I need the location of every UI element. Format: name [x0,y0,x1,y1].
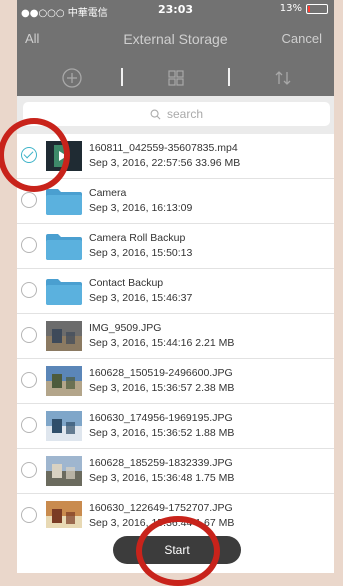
file-row[interactable]: Camera Roll Backup Sep 3, 2016, 15:50:13 [17,224,334,269]
image-thumbnail [46,501,82,531]
grid-icon[interactable] [164,66,188,90]
file-name: Camera Roll Backup [89,232,186,244]
phone-screen: ●●○○○ 中華電信 23:03 13% All External Storag… [17,0,334,573]
add-icon[interactable] [60,66,84,90]
radio-icon[interactable] [21,327,37,343]
image-thumbnail [46,321,82,351]
file-row[interactable]: 160630_174956-1969195.JPG Sep 3, 2016, 15… [17,404,334,449]
image-thumbnail [46,411,82,441]
file-meta: Sep 3, 2016, 15:44:16 2.21 MB [89,337,235,349]
toolbar [17,60,334,96]
start-button[interactable]: Start [113,536,241,564]
folder-icon [46,279,82,305]
file-meta: Sep 3, 2016, 15:46:37 [89,292,193,304]
folder-icon [46,234,82,260]
file-meta: Sep 3, 2016, 15:36:57 2.38 MB [89,382,235,394]
battery-percent: 13% [279,3,302,14]
image-thumbnail [46,366,82,396]
file-row[interactable]: 160811_042559-35607835.mp4 Sep 3, 2016, 2… [17,134,334,179]
nav-bar: All External Storage Cancel [17,20,334,60]
radio-icon[interactable] [21,372,37,388]
status-bar: ●●○○○ 中華電信 23:03 13% [17,0,334,20]
file-name: 160628_185259-1832339.JPG [89,457,233,469]
file-name: 160630_122649-1752707.JPG [89,502,233,514]
toolbar-divider [121,68,123,86]
battery-icon [306,3,328,14]
checked-radio-icon[interactable] [21,147,37,163]
radio-icon[interactable] [21,192,37,208]
radio-icon[interactable] [21,282,37,298]
file-row[interactable]: IMG_9509.JPG Sep 3, 2016, 15:44:16 2.21 M… [17,314,334,359]
radio-icon[interactable] [21,417,37,433]
search-icon [150,109,161,119]
toolbar-divider [228,68,230,86]
radio-icon[interactable] [21,237,37,253]
file-meta: Sep 3, 2016, 15:50:13 [89,247,193,259]
folder-icon [46,189,82,215]
file-name: 160628_150519-2496600.JPG [89,367,233,379]
file-meta: Sep 3, 2016, 15:36:52 1.88 MB [89,427,235,439]
radio-icon[interactable] [21,462,37,478]
file-list: 160811_042559-35607835.mp4 Sep 3, 2016, 2… [17,134,334,539]
file-row[interactable]: 160628_185259-1832339.JPG Sep 3, 2016, 15… [17,449,334,494]
file-name: IMG_9509.JPG [89,322,162,334]
file-name: Contact Backup [89,277,164,289]
file-name: 160630_174956-1969195.JPG [89,412,233,424]
file-row[interactable]: 160628_150519-2496600.JPG Sep 3, 2016, 15… [17,359,334,404]
file-meta: Sep 3, 2016, 22:57:56 33.96 MB [89,157,241,169]
file-meta: Sep 3, 2016, 16:13:09 [89,202,193,214]
file-name: Camera [89,187,127,199]
bottom-bar: Start [17,528,334,573]
sort-icon[interactable] [271,66,295,90]
cancel-button[interactable]: Cancel [282,31,322,46]
search-area: search [17,96,334,134]
radio-icon[interactable] [21,507,37,523]
image-thumbnail [46,456,82,486]
video-thumbnail [46,141,82,171]
search-placeholder: search [166,107,204,121]
file-meta: Sep 3, 2016, 15:36:48 1.75 MB [89,472,235,484]
file-row[interactable]: Camera Sep 3, 2016, 16:13:09 [17,179,334,224]
file-name: 160811_042559-35607835.mp4 [89,142,238,154]
search-input[interactable]: search [23,102,330,126]
status-right: 13% [280,3,328,14]
file-row[interactable]: Contact Backup Sep 3, 2016, 15:46:37 [17,269,334,314]
